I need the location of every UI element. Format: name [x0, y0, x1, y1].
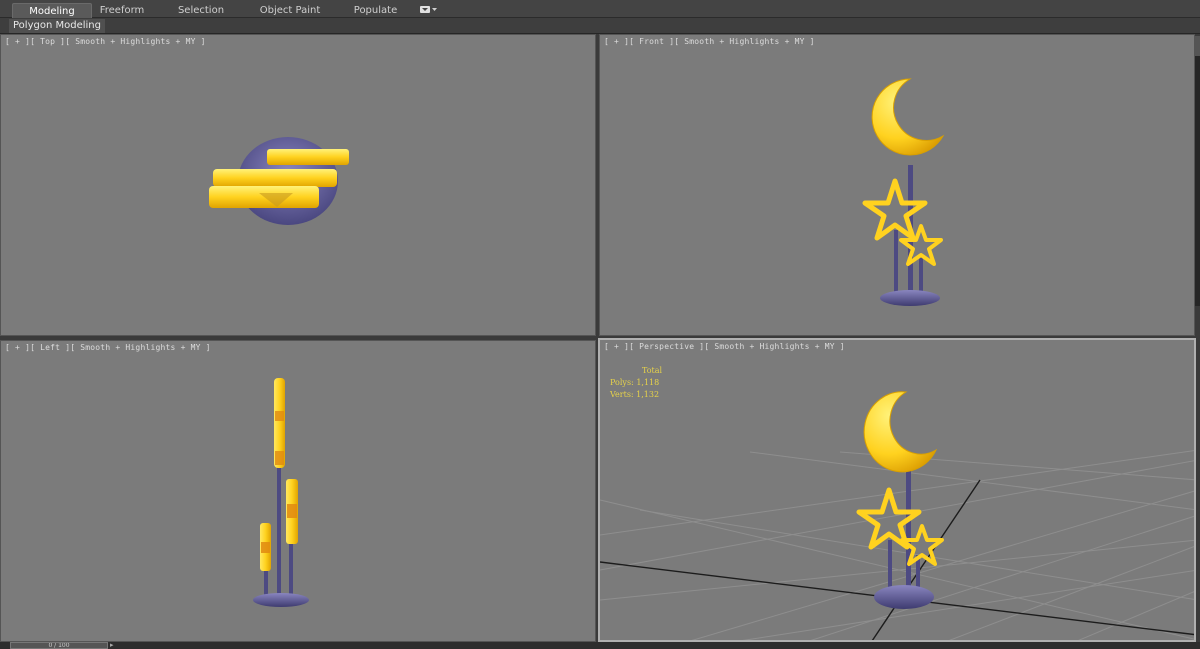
viewport-scrollbar[interactable] — [1195, 36, 1200, 306]
viewport-scrollbar-thumb[interactable] — [1195, 36, 1200, 56]
viewport-left[interactable]: [ + ][ Left ][ Smooth + Highlights + MY … — [0, 340, 596, 642]
ribbon-tab-bar: Modeling Freeform Selection Object Paint… — [0, 0, 1200, 18]
viewport-perspective[interactable]: [ + ][ Perspective ][ Smooth + Highlight… — [598, 338, 1196, 642]
tab-selection[interactable]: Selection — [170, 3, 232, 18]
time-slider[interactable]: 0 / 100 — [10, 642, 108, 649]
ribbon-panel-bar: Polygon Modeling — [0, 18, 1200, 34]
polygon-modeling-panel[interactable]: Polygon Modeling — [9, 19, 105, 33]
time-slider-next-icon[interactable]: ▸ — [110, 642, 118, 649]
timeline-bar — [0, 642, 1200, 649]
viewport-top[interactable]: [ + ][ Top ][ Smooth + Highlights + MY ] — [0, 34, 596, 336]
tab-object-paint[interactable]: Object Paint — [255, 3, 325, 18]
perspective-grid — [600, 450, 1194, 640]
top-view-model — [209, 137, 349, 225]
front-view-model — [862, 78, 945, 306]
left-view-model — [253, 378, 309, 607]
tab-modeling[interactable]: Modeling — [12, 3, 92, 18]
perspective-view-model — [600, 391, 1194, 640]
ribbon-options-dropdown-icon[interactable] — [419, 4, 439, 15]
tab-populate[interactable]: Populate — [348, 3, 403, 18]
tab-freeform[interactable]: Freeform — [92, 3, 152, 18]
viewport-front[interactable]: [ + ][ Front ][ Smooth + Highlights + MY… — [599, 34, 1195, 336]
